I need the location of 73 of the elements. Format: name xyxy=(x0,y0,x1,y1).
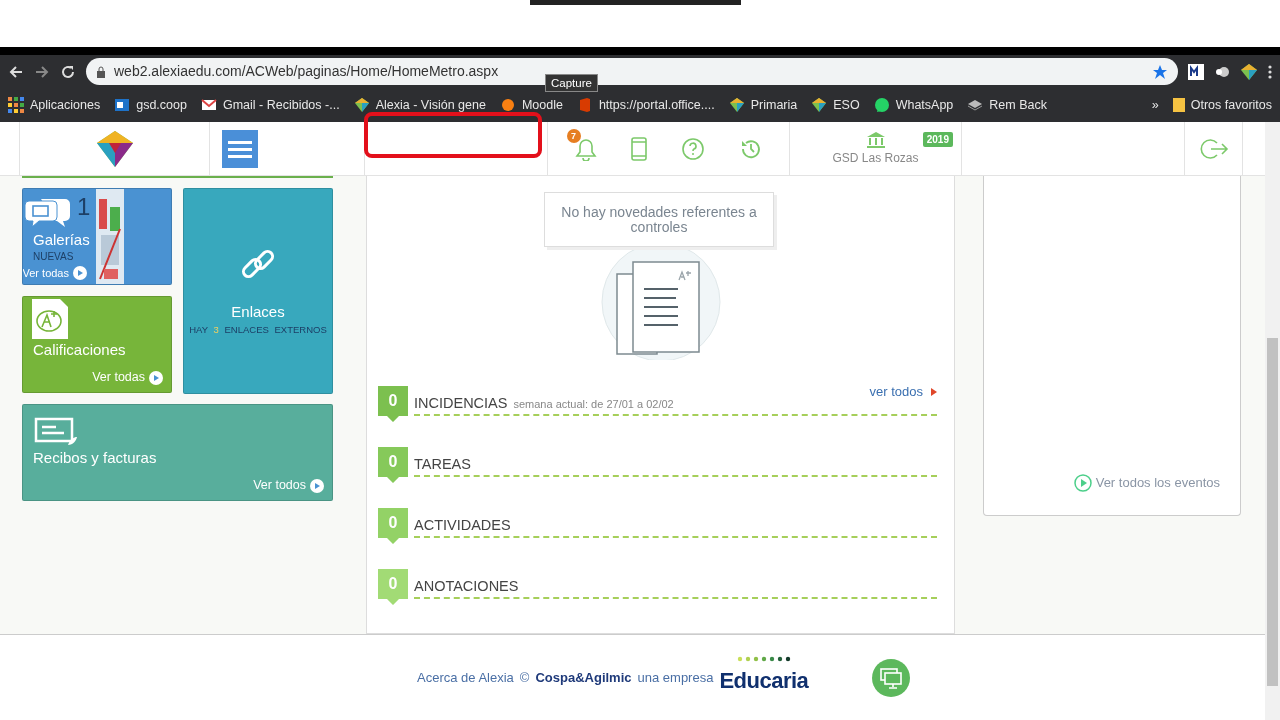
count-badge: 0 xyxy=(378,447,408,483)
tile-title: Recibos y facturas xyxy=(33,448,157,468)
diamond-icon xyxy=(728,97,745,113)
play-icon xyxy=(73,265,87,280)
play-icon xyxy=(310,478,324,493)
diamond-icon xyxy=(811,97,828,113)
tile-title: Enlaces xyxy=(231,301,285,322)
bookmark[interactable]: Gmail - Recibidos -... xyxy=(200,95,340,115)
message-bubble: No hay novedades referentes a controles xyxy=(544,192,774,247)
circle-icon xyxy=(499,97,516,113)
star-icon[interactable] xyxy=(1152,63,1168,80)
bookmark[interactable]: Primaria xyxy=(728,95,798,115)
bookmark[interactable]: gsd.coop xyxy=(114,95,187,115)
brand-logo: Educaria xyxy=(719,658,809,697)
logo-drawing xyxy=(94,128,135,169)
notification-badge: 7 xyxy=(566,128,581,143)
bookmark[interactable]: Aplicaciones xyxy=(8,95,101,115)
count-badge: 0 xyxy=(378,508,408,544)
company-name: Cospa&Agilmic xyxy=(535,668,632,687)
play-icon xyxy=(1073,473,1092,492)
count-badge: 0 xyxy=(378,569,408,605)
links-count-text: HAY 3 ENLACES EXTERNOS xyxy=(189,323,327,338)
scrollbar[interactable] xyxy=(1265,122,1280,720)
lock-icon xyxy=(96,65,106,78)
bookmark[interactable]: ESO xyxy=(811,95,860,115)
tile-subtitle: NUEVAS xyxy=(33,250,74,264)
bookmark[interactable]: Moodle xyxy=(499,95,563,115)
year-badge: 2019 xyxy=(922,132,953,147)
date-range-text: semana actual: de 27/01 a 02/02 xyxy=(513,396,674,412)
school-name[interactable]: GSD Las Rozas xyxy=(832,148,919,167)
view-all-link[interactable]: ver todos xyxy=(869,382,937,402)
bookmark[interactable]: Alexia - Visión gene xyxy=(353,95,486,115)
menu-button[interactable] xyxy=(222,129,258,168)
screens-icon[interactable] xyxy=(872,658,911,697)
chat-icon xyxy=(873,97,890,113)
mail-icon xyxy=(114,97,131,113)
links-tile[interactable]: Enlaces HAY 3 ENLACES EXTERNOS xyxy=(183,188,333,394)
tile-title: Galerías xyxy=(33,230,90,250)
menu-icon xyxy=(228,139,252,158)
section-title: TAREAS xyxy=(414,455,471,473)
footer-text: una empresa xyxy=(637,668,714,687)
receipt-icon xyxy=(34,417,78,447)
tile-title: Calificaciones xyxy=(33,340,126,360)
menu-icon[interactable] xyxy=(1268,63,1272,80)
extension-icon[interactable] xyxy=(1188,63,1204,80)
envelope-icon xyxy=(200,97,217,113)
count-text: 1 xyxy=(77,192,91,222)
section-title: ANOTACIONES xyxy=(414,577,519,595)
bookmark[interactable]: Otros favoritos xyxy=(1172,95,1272,115)
bank-icon xyxy=(865,130,886,149)
forward-icon[interactable] xyxy=(34,63,50,80)
section-title: ACTIVIDADES xyxy=(414,516,511,534)
more-bookmarks-button[interactable]: » xyxy=(1151,95,1159,115)
layers-icon xyxy=(967,97,984,113)
apps-icon xyxy=(8,97,24,113)
section-title: INCIDENCIAS xyxy=(414,394,508,412)
bookmark[interactable]: https://portal.office.... xyxy=(576,95,715,115)
about-link[interactable]: Acerca de Alexia xyxy=(417,667,514,688)
profile-icon[interactable] xyxy=(1240,62,1258,81)
grade-sheet-icon xyxy=(32,299,68,339)
bookmark[interactable]: Rem Back xyxy=(967,95,1047,115)
caret-icon xyxy=(931,387,937,396)
folder-icon xyxy=(1172,98,1185,112)
count-badge: 0 xyxy=(378,386,408,422)
back-icon[interactable] xyxy=(8,63,24,80)
url-text: web2.alexiaedu.com/ACWeb/paginas/Home/HomeMetro.aspx xyxy=(114,62,500,81)
reload-icon[interactable] xyxy=(60,63,76,80)
bookmark[interactable]: WhatsApp xyxy=(873,95,954,115)
play-icon xyxy=(149,370,163,385)
tooltip: Capture xyxy=(545,74,598,92)
copyright-sign: © xyxy=(519,668,530,687)
diamond-icon xyxy=(353,97,370,113)
bell-icon[interactable] xyxy=(574,136,597,161)
